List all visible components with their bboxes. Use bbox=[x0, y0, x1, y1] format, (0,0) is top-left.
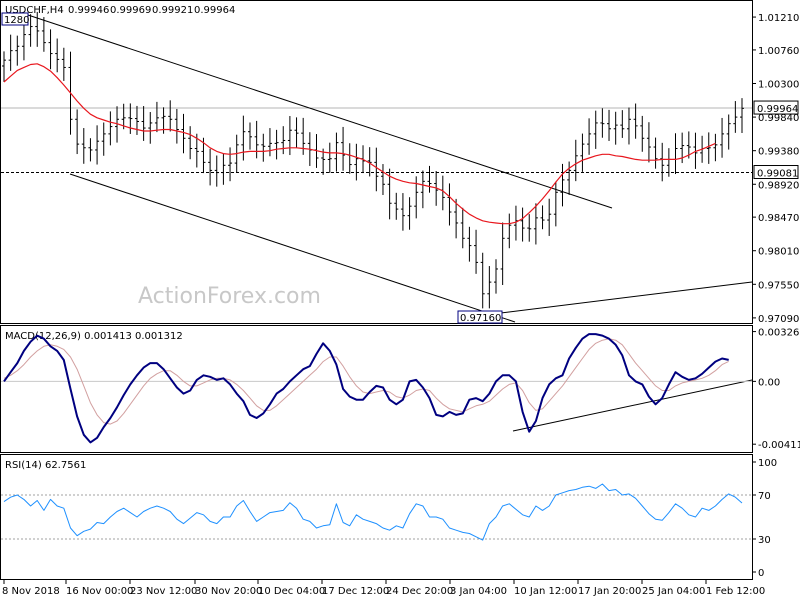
price-tick-0: 1.01210 bbox=[758, 13, 799, 24]
x-label-9: 17 Jan 20:00 bbox=[578, 586, 641, 597]
ohlc-open: 0.99946 bbox=[68, 5, 109, 16]
rsi-tick-1: 70 bbox=[758, 491, 771, 502]
price-tick-5: 0.98920 bbox=[758, 180, 799, 191]
x-label-8: 10 Jan 12:00 bbox=[514, 586, 577, 597]
x-label-11: 1 Feb 12:00 bbox=[706, 586, 765, 597]
price-tick-2: 1.00300 bbox=[758, 80, 799, 91]
price-tick-6: 0.98470 bbox=[758, 213, 799, 224]
x-label-7: 3 Jan 04:00 bbox=[450, 586, 507, 597]
rsi-tick-3: 0 bbox=[758, 568, 764, 579]
high-annotation: 1280 bbox=[4, 15, 29, 26]
rsi-tick-2: 30 bbox=[758, 535, 771, 546]
x-label-3: 30 Nov 20:00 bbox=[195, 586, 262, 597]
price-tick-8: 0.97550 bbox=[758, 280, 799, 291]
low-annotation: 0.97160 bbox=[460, 313, 501, 324]
price-tick-7: 0.98010 bbox=[758, 247, 799, 258]
macd-tick-1: 0.00 bbox=[758, 377, 780, 388]
current-price-label: 0.99964 bbox=[757, 104, 798, 115]
price-tick-4: 0.99380 bbox=[758, 147, 799, 158]
support-level-label: 0.99081 bbox=[757, 169, 798, 180]
ohlc-low: 0.99921 bbox=[152, 5, 193, 16]
x-label-1: 16 Nov 00:00 bbox=[66, 586, 133, 597]
ohlc-close: 0.99964 bbox=[194, 5, 235, 16]
price-tick-1: 1.00760 bbox=[758, 46, 799, 57]
x-label-4: 10 Dec 04:00 bbox=[258, 586, 325, 597]
ohlc-high: 0.99969 bbox=[110, 5, 151, 16]
watermark: ActionForex.com bbox=[138, 284, 321, 309]
macd-tick-2: -0.004119 bbox=[758, 440, 800, 451]
chart-canvas: ActionForex.com USDCHF,H4 0.99946 0.9996… bbox=[0, 0, 800, 600]
x-label-0: 8 Nov 2018 bbox=[2, 586, 60, 597]
x-label-2: 23 Nov 12:00 bbox=[130, 586, 197, 597]
x-label-6: 24 Dec 20:00 bbox=[386, 586, 453, 597]
x-label-5: 17 Dec 12:00 bbox=[322, 586, 389, 597]
rsi-tick-0: 100 bbox=[758, 458, 777, 469]
price-tick-9: 0.97090 bbox=[758, 314, 799, 325]
x-label-10: 25 Jan 04:00 bbox=[642, 586, 705, 597]
macd-tick-0: 0.003265 bbox=[758, 328, 800, 339]
rsi-title: RSI(14) 62.7561 bbox=[5, 460, 86, 471]
